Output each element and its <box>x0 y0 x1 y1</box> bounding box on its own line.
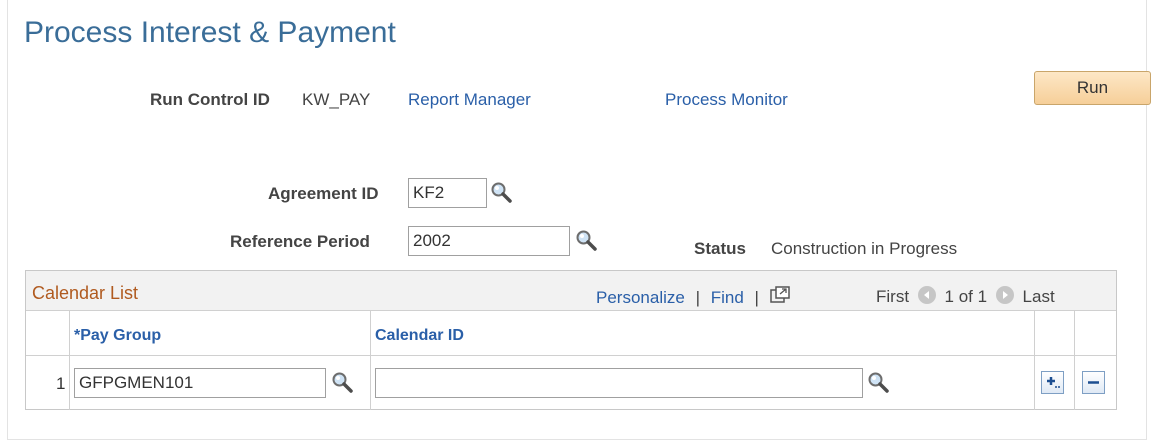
delete-row-button[interactable] <box>1082 371 1105 394</box>
grid-header: Calendar List Personalize | Find | First… <box>26 271 1116 311</box>
next-arrow-icon[interactable] <box>995 286 1014 304</box>
report-manager-link[interactable]: Report Manager <box>408 90 531 110</box>
first-label[interactable]: First <box>876 287 909 306</box>
last-label[interactable]: Last <box>1023 287 1055 306</box>
pay-group-input[interactable] <box>74 368 326 398</box>
prev-arrow-icon[interactable] <box>917 286 936 304</box>
calendar-id-input[interactable] <box>375 368 863 398</box>
toolbar-separator: | <box>695 288 700 307</box>
toolbar-separator: | <box>754 288 759 307</box>
run-button[interactable]: Run <box>1034 71 1151 105</box>
view-all-icon[interactable] <box>769 286 790 304</box>
process-monitor-link[interactable]: Process Monitor <box>665 90 788 110</box>
pay-group-header: *Pay Group <box>70 311 371 356</box>
row-number-header <box>26 311 70 356</box>
agreement-lookup-icon[interactable] <box>490 181 512 203</box>
agreement-id-input[interactable] <box>408 178 487 208</box>
find-link[interactable]: Find <box>711 288 744 307</box>
reference-lookup-icon[interactable] <box>575 229 597 251</box>
add-col-header <box>1035 311 1075 356</box>
calendar-id-header: Calendar ID <box>371 311 1035 356</box>
agreement-id-label: Agreement ID <box>268 184 379 203</box>
grid-toolbar: Personalize | Find | <box>596 286 790 308</box>
calendar-id-lookup-icon[interactable] <box>867 371 889 393</box>
reference-period-label: Reference Period <box>230 232 370 251</box>
add-row-button[interactable] <box>1041 371 1064 394</box>
personalize-link[interactable]: Personalize <box>596 288 685 307</box>
pay-group-lookup-icon[interactable] <box>331 371 353 393</box>
reference-period-input[interactable] <box>408 226 570 256</box>
delete-col-header <box>1075 311 1116 356</box>
grid-title: Calendar List <box>32 283 139 303</box>
page-range: 1 of 1 <box>944 287 988 306</box>
minus-icon <box>1088 381 1099 384</box>
status-value: Construction in Progress <box>771 239 958 258</box>
run-control-label: Run Control ID <box>150 90 270 109</box>
pagination: First 1 of 1 Last <box>876 286 1055 307</box>
row-number: 1 <box>56 374 66 393</box>
status-label: Status <box>694 239 746 258</box>
page-title: Process Interest & Payment <box>24 16 396 49</box>
run-control-value: KW_PAY <box>302 90 371 109</box>
plus-icon <box>1047 377 1060 388</box>
